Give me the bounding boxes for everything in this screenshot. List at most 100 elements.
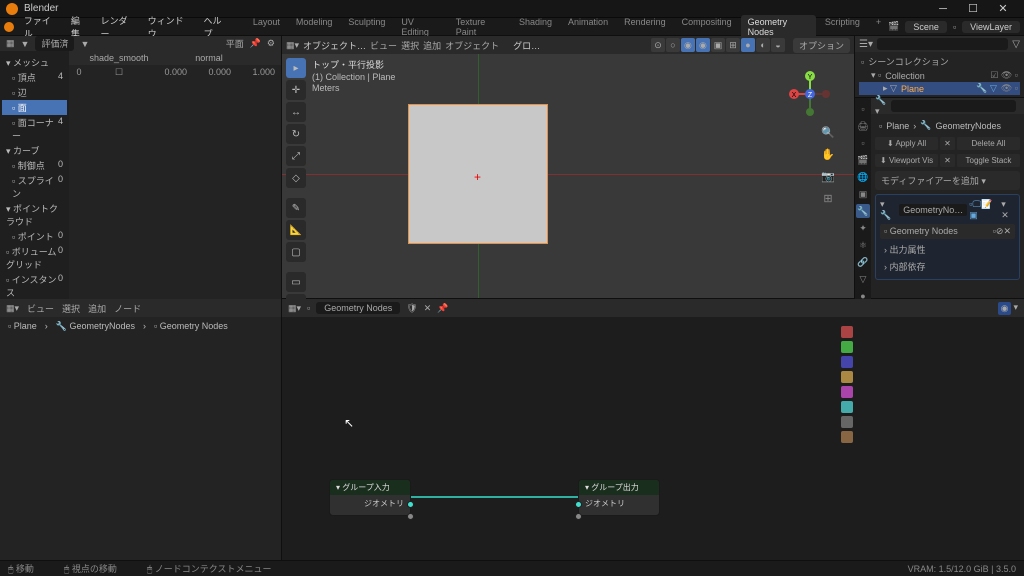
- proportional-icon[interactable]: ○: [666, 38, 680, 52]
- zoom-icon[interactable]: 🔍: [820, 124, 836, 140]
- tab-sculpting[interactable]: Sculpting: [341, 15, 392, 39]
- tree-vgrid[interactable]: ボリュームグリッド: [6, 247, 56, 270]
- viewport[interactable]: ▦▾ オブジェクト… ビュー 選択 追加 オブジェクト グロ… ⊙ ○ ◉ ◉ …: [282, 36, 854, 298]
- props-icon[interactable]: 🔧▾: [875, 95, 887, 117]
- filter-icon[interactable]: ⚙: [267, 38, 275, 49]
- filter-icon[interactable]: ▽: [1012, 39, 1020, 50]
- overlay2-icon[interactable]: ◉: [696, 38, 710, 52]
- tab-scripting[interactable]: Scripting: [818, 15, 867, 39]
- vp-menu-object[interactable]: オブジェクト: [445, 39, 499, 52]
- ne-dropdown-icon[interactable]: ▾: [1013, 302, 1018, 315]
- tree-curve[interactable]: カーブ: [13, 146, 39, 156]
- vp-menu-view[interactable]: ビュー: [370, 39, 397, 52]
- delete-all-button[interactable]: Delete All: [957, 137, 1020, 150]
- tab-layout[interactable]: Layout: [246, 15, 287, 39]
- col-shade[interactable]: shade_smooth: [89, 53, 149, 63]
- output-attrs[interactable]: › 出力属性: [880, 241, 1015, 258]
- input-socket[interactable]: [575, 501, 582, 508]
- ne-pin-icon[interactable]: 📌: [437, 303, 448, 314]
- options-dropdown[interactable]: オプション: [793, 38, 850, 53]
- overlay-icon[interactable]: ◉: [681, 38, 695, 52]
- evaluated-dropdown[interactable]: 評価済: [35, 36, 74, 51]
- tree-ctrl[interactable]: 制御点: [18, 161, 45, 171]
- ptab-constraint[interactable]: 🔗: [856, 255, 870, 269]
- outliner-search[interactable]: [877, 38, 1008, 50]
- annotate-tool[interactable]: ✎: [286, 198, 306, 218]
- props-search[interactable]: [891, 100, 1016, 112]
- ol-collection[interactable]: ▾ ▫Collection☑ 👁 ▫: [859, 69, 1020, 82]
- x-button[interactable]: ✕: [940, 137, 955, 150]
- node-editor[interactable]: ▦▾ ▫ Geometry Nodes 🛡 ✕ 📌 ◉ ▾ ▾ グループ入力 ジ…: [282, 299, 1024, 560]
- tree-spline[interactable]: スプライン: [12, 176, 54, 199]
- tree-corner[interactable]: 面コーナー: [12, 118, 54, 141]
- tree-vertex[interactable]: 頂点: [18, 73, 36, 83]
- ptab-output[interactable]: 🖨: [856, 119, 870, 133]
- mod-menu-icon[interactable]: ▾ ✕: [1001, 199, 1015, 221]
- tab-geometry-nodes[interactable]: Geometry Nodes: [741, 15, 816, 39]
- move-tool[interactable]: ↔: [286, 102, 306, 122]
- add-cube-tool[interactable]: ▢: [286, 242, 306, 262]
- rt5[interactable]: [841, 386, 853, 398]
- node-group-name[interactable]: Geometry Nodes: [316, 302, 400, 314]
- ptab-view[interactable]: ▫: [856, 136, 870, 150]
- measure-tool[interactable]: 📐: [286, 220, 306, 240]
- input-socket-extra[interactable]: [575, 513, 582, 520]
- scene-field[interactable]: Scene: [905, 21, 947, 33]
- editor-type-icon[interactable]: ▦▾: [286, 40, 299, 51]
- matprev-icon[interactable]: ◐: [756, 38, 770, 52]
- apply-all-button[interactable]: ⬇ Apply All: [875, 137, 938, 150]
- outliner-icon[interactable]: ☰▾: [859, 39, 873, 50]
- vp-menu-add[interactable]: 追加: [423, 39, 441, 52]
- ne-icon[interactable]: ▦▾: [288, 303, 301, 314]
- rendered-icon[interactable]: ◒: [771, 38, 785, 52]
- group-input-node[interactable]: ▾ グループ入力 ジオメトリ: [329, 479, 411, 516]
- rt8[interactable]: [841, 431, 853, 443]
- tree-inst[interactable]: インスタンス: [6, 275, 57, 298]
- ptab-particle[interactable]: ✦: [856, 221, 870, 235]
- viewport-vis-button[interactable]: ⬇ Viewport Vis: [875, 154, 938, 167]
- x2-button[interactable]: ✕: [940, 154, 955, 167]
- nav-gizmo[interactable]: Y X Z: [786, 70, 834, 118]
- tab-texture[interactable]: Texture Paint: [449, 15, 510, 39]
- bl-view[interactable]: ビュー: [27, 302, 54, 315]
- rotate-tool[interactable]: ↻: [286, 124, 306, 144]
- minimize-button[interactable]: ─: [928, 0, 958, 18]
- transform-tool[interactable]: ◇: [286, 168, 306, 188]
- rt4[interactable]: [841, 371, 853, 383]
- tree-mesh[interactable]: メッシュ: [13, 58, 49, 68]
- rt2[interactable]: [841, 341, 853, 353]
- ol-plane[interactable]: ▸ ▽Plane🔧 ▽👁 ▫: [859, 82, 1020, 95]
- solid-icon[interactable]: ●: [741, 38, 755, 52]
- output-socket[interactable]: [407, 501, 414, 508]
- rt6[interactable]: [841, 401, 853, 413]
- node-wire[interactable]: [411, 496, 578, 498]
- tree-edge[interactable]: 辺: [18, 88, 27, 98]
- orientation-selector[interactable]: グロ…: [513, 39, 540, 52]
- viewlayer-field[interactable]: ViewLayer: [962, 21, 1020, 33]
- tab-rendering[interactable]: Rendering: [617, 15, 673, 39]
- ne-overlay-icon[interactable]: ◉: [998, 302, 1012, 315]
- group-output-node[interactable]: ▾ グループ出力 ジオメトリ: [578, 479, 660, 516]
- camera-icon[interactable]: 📷: [820, 168, 836, 184]
- tab-modeling[interactable]: Modeling: [289, 15, 340, 39]
- ptab-scene[interactable]: 🎬: [856, 153, 870, 167]
- ptab-physics[interactable]: ⚛: [856, 238, 870, 252]
- select-tool[interactable]: ▸: [286, 58, 306, 78]
- ptab-object[interactable]: ▣: [856, 187, 870, 201]
- ptab-mesh[interactable]: ▽: [856, 272, 870, 286]
- rt3[interactable]: [841, 356, 853, 368]
- xray-icon[interactable]: ▣: [711, 38, 725, 52]
- ptab-render[interactable]: ▫: [856, 102, 870, 116]
- node-group-field[interactable]: ▫ Geometry Nodes ▫⊘✕: [880, 224, 1015, 239]
- add-modifier-dropdown[interactable]: モディファイアーを追加 ▾: [875, 171, 1020, 190]
- extrude-tool[interactable]: ▭: [286, 272, 306, 292]
- output-socket-extra[interactable]: [407, 513, 414, 520]
- mode-selector[interactable]: オブジェクト…: [303, 39, 366, 52]
- pin-icon[interactable]: 📌: [250, 38, 261, 49]
- spreadsheet-icon[interactable]: ▦: [6, 38, 15, 49]
- tab-shading[interactable]: Shading: [512, 15, 559, 39]
- ptab-modifier[interactable]: 🔧: [856, 204, 870, 218]
- tab-add[interactable]: +: [869, 15, 888, 39]
- rt7[interactable]: [841, 416, 853, 428]
- scale-tool[interactable]: ⤢: [286, 146, 306, 166]
